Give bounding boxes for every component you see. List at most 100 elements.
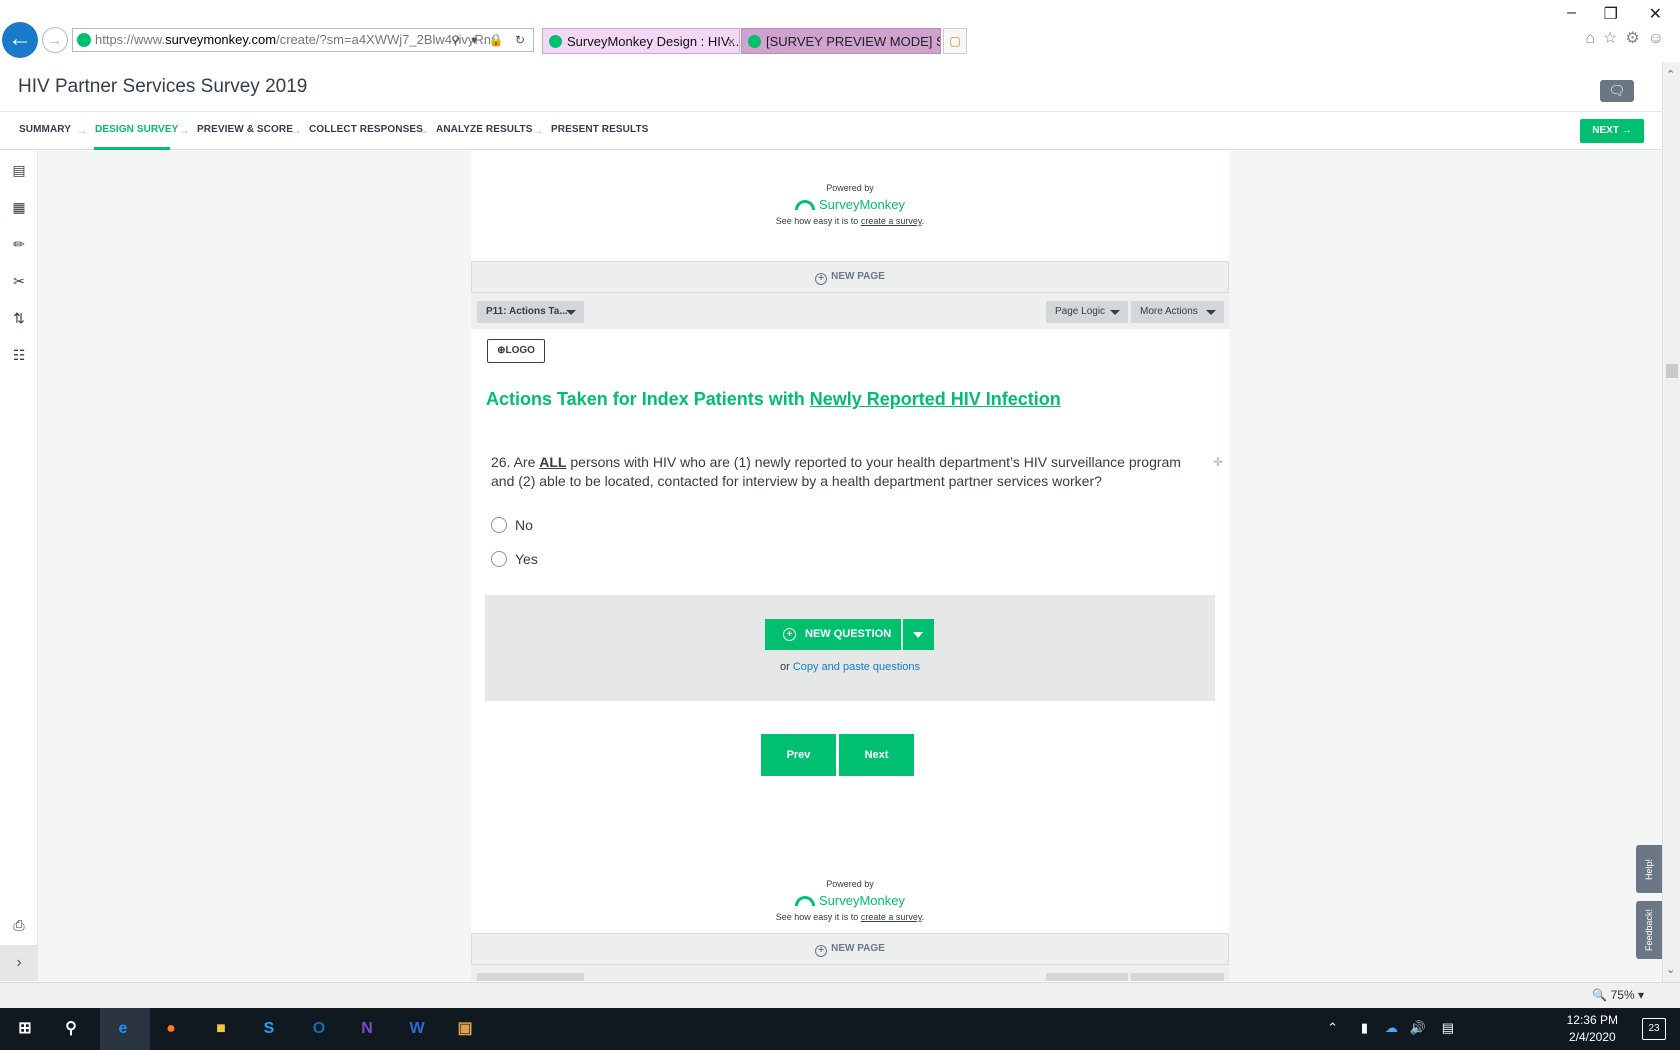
page-select-dropdown[interactable]: P11: Actions Ta... — [477, 301, 584, 323]
outlook-icon[interactable]: O — [304, 1014, 334, 1044]
create-survey-link[interactable]: create a survey — [861, 912, 922, 922]
chevron-down-icon — [1110, 310, 1120, 315]
new-question-dropdown[interactable] — [903, 619, 934, 650]
add-logo-button[interactable]: ⊕LOGO — [487, 339, 545, 363]
photos-app-icon[interactable]: ▣ — [450, 1014, 480, 1044]
plus-icon: + — [815, 945, 828, 957]
builder-icon[interactable]: ▦ — [10, 198, 28, 216]
tab-label: SurveyMonkey Design : HIV... — [567, 34, 740, 49]
next-button[interactable]: Next — [839, 734, 914, 776]
copy-paste-link[interactable]: Copy and paste questions — [793, 661, 920, 673]
nav-summary[interactable]: SUMMARY — [19, 124, 71, 135]
chevron-down-icon — [1206, 310, 1216, 315]
chevron-down-icon — [913, 632, 923, 638]
network-icon[interactable]: ▤ — [1442, 1020, 1454, 1036]
print-layout-icon[interactable]: ☷ — [10, 346, 28, 364]
tab-preview[interactable]: [SURVEY PREVIEW MODE] Surv... — [741, 28, 941, 54]
logic-icon[interactable]: ✂ — [10, 272, 28, 290]
options-sliders-icon[interactable]: ⇅ — [10, 309, 28, 327]
page-select-dropdown[interactable] — [477, 973, 584, 981]
surveymonkey-logo-icon — [795, 896, 815, 906]
more-actions-button[interactable]: More Actions — [1131, 301, 1224, 323]
onenote-icon[interactable]: N — [352, 1014, 382, 1044]
question-text[interactable]: 26. Are ALL persons with HIV who are (1)… — [491, 453, 1191, 491]
tab-close-icon[interactable]: × — [727, 29, 735, 53]
comments-icon[interactable]: 🗨 — [1600, 80, 1634, 102]
nav-arrow-icon: → — [76, 123, 88, 137]
restore-icon[interactable]: ❐ — [1604, 4, 1618, 24]
nav-analyze-results[interactable]: ANALYZE RESULTS — [436, 124, 533, 135]
prev-button[interactable]: Prev — [761, 734, 836, 776]
skype-icon[interactable]: S — [254, 1014, 284, 1044]
url-prefix: https://www. — [95, 32, 166, 47]
more-actions-button[interactable] — [1131, 973, 1224, 981]
nav-collect-responses[interactable]: COLLECT RESPONSES — [309, 124, 423, 135]
add-question-area: + NEW QUESTION or Copy and paste question… — [485, 595, 1215, 701]
address-tools-icons[interactable]: ⚲ ▾ 🔒 ↻ — [451, 29, 529, 51]
new-page-label: NEW PAGE — [831, 271, 885, 282]
survey-title: HIV Partner Services Survey 2019 — [18, 76, 308, 97]
see-how-period: . — [921, 216, 925, 226]
word-icon[interactable]: W — [402, 1014, 432, 1044]
firefox-icon[interactable]: ● — [156, 1014, 186, 1044]
radio-icon[interactable] — [491, 517, 507, 533]
close-window-icon[interactable]: ✕ — [1649, 4, 1662, 24]
address-bar[interactable]: https://www.surveymonkey.com/create/?sm=… — [72, 28, 534, 52]
scroll-thumb[interactable] — [1666, 364, 1678, 378]
internet-explorer-icon[interactable]: e — [108, 1014, 138, 1044]
volume-icon[interactable]: 🔊 — [1410, 1020, 1426, 1036]
battery-icon[interactable]: ▮ — [1361, 1020, 1368, 1036]
tab-design[interactable]: SurveyMonkey Design : HIV... × — [542, 28, 740, 54]
nav-arrow-icon: → — [417, 123, 429, 137]
new-question-button[interactable]: + NEW QUESTION — [765, 619, 901, 650]
print-icon[interactable]: ⎙ — [10, 916, 28, 934]
scroll-up-icon[interactable]: ⌃ — [1666, 68, 1675, 81]
browser-right-icons[interactable]: ⌂☆⚙☺ — [1585, 28, 1672, 48]
notifications-icon[interactable]: 23 — [1642, 1018, 1666, 1040]
question-number: 26. Are — [491, 454, 540, 470]
new-page-button[interactable]: + NEW PAGE — [471, 261, 1229, 293]
new-tab-icon[interactable]: ▢ — [943, 28, 967, 54]
nav-design-survey[interactable]: DESIGN SURVEY — [95, 124, 178, 135]
expand-rail-icon[interactable]: › — [0, 945, 38, 981]
tray-chevron-icon[interactable]: ⌃ — [1327, 1020, 1338, 1036]
new-page-button[interactable]: + NEW PAGE — [471, 933, 1229, 965]
windows-taskbar: ⊞ ⚲ e ● ■ S O N W ▣ ⌃ ▮ ☁ 🔊 ▤ 12:36 PM 2… — [0, 1008, 1680, 1050]
style-brush-icon[interactable]: ✏ — [10, 235, 28, 253]
forward-icon[interactable]: → — [42, 27, 68, 53]
page-logic-button[interactable]: Page Logic — [1046, 301, 1128, 323]
page-toolbar: P11: Actions Ta... Page Logic More Actio… — [471, 293, 1229, 329]
nav-arrow-icon: → — [178, 123, 190, 137]
nav-preview-score[interactable]: PREVIEW & SCORE — [197, 124, 293, 135]
page-scrollbar[interactable]: ⌃ ⌄ — [1662, 62, 1680, 982]
system-clock[interactable]: 12:36 PM 2/4/2020 — [1567, 1012, 1618, 1046]
url-domain: surveymonkey.com — [165, 32, 277, 47]
surveymonkey-logo[interactable]: SurveyMonkey — [795, 197, 905, 212]
create-survey-link[interactable]: create a survey — [861, 216, 922, 226]
answer-option-yes[interactable]: Yes — [491, 551, 538, 567]
page-logic-button[interactable] — [1046, 973, 1128, 981]
answer-option-no[interactable]: No — [491, 517, 533, 533]
question-bank-icon[interactable]: ▤ — [10, 161, 28, 179]
nav-arrow-icon: → — [532, 123, 544, 137]
windows-start-icon[interactable]: ⊞ — [10, 1014, 40, 1044]
search-icon[interactable]: ⚲ — [56, 1014, 86, 1044]
new-page-label: NEW PAGE — [831, 943, 885, 954]
onedrive-icon[interactable]: ☁ — [1385, 1020, 1398, 1036]
nav-present-results[interactable]: PRESENT RESULTS — [551, 124, 648, 135]
next-step-button[interactable]: NEXT → — [1580, 119, 1644, 143]
surveymonkey-brand: SurveyMonkey — [819, 893, 905, 908]
page-title[interactable]: Actions Taken for Index Patients with Ne… — [486, 389, 1061, 410]
help-tab[interactable]: Help! — [1636, 845, 1662, 893]
tab-label: [SURVEY PREVIEW MODE] Surv... — [766, 34, 940, 49]
feedback-tab[interactable]: Feedback! — [1636, 901, 1662, 959]
back-icon[interactable]: ← — [2, 22, 38, 58]
file-explorer-icon[interactable]: ■ — [206, 1014, 236, 1044]
move-handle-icon[interactable]: ✛ — [1213, 455, 1223, 469]
scroll-down-icon[interactable]: ⌄ — [1666, 963, 1675, 976]
radio-icon[interactable] — [491, 551, 507, 567]
minimize-icon[interactable]: – — [1567, 4, 1576, 22]
zoom-control[interactable]: 🔍 75% ▾ — [1592, 988, 1644, 1002]
feedback-label: Feedback! — [1644, 908, 1654, 952]
surveymonkey-logo[interactable]: SurveyMonkey — [795, 893, 905, 908]
